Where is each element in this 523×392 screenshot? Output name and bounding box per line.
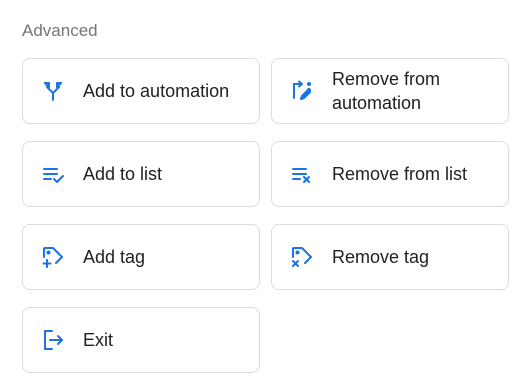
playlist-remove-icon: [290, 162, 314, 186]
section-title: Advanced: [22, 21, 98, 40]
advanced-actions-grid: Add to automation Remove from automation: [22, 58, 509, 373]
remove-tag-button[interactable]: Remove tag: [271, 224, 509, 290]
playlist-add-check-icon: [41, 162, 65, 186]
add-tag-label: Add tag: [83, 247, 146, 267]
add-tag-button[interactable]: Add tag: [22, 224, 260, 290]
tag-remove-icon: [290, 245, 314, 269]
add-to-automation-button[interactable]: Add to automation: [22, 58, 260, 124]
route-edit-icon: [290, 79, 314, 103]
tag-add-icon: [41, 245, 65, 269]
add-to-list-label: Add to list: [83, 164, 163, 184]
exit-button[interactable]: Exit: [22, 307, 260, 373]
remove-from-list-button[interactable]: Remove from list: [271, 141, 509, 207]
remove-from-automation-button[interactable]: Remove from automation: [271, 58, 509, 124]
exit-label: Exit: [83, 330, 114, 350]
remove-from-list-label: Remove from list: [332, 164, 468, 184]
remove-from-automation-label: Remove from automation: [332, 69, 441, 113]
add-to-automation-label: Add to automation: [83, 81, 230, 101]
remove-tag-label: Remove tag: [332, 247, 430, 267]
fork-split-icon: [41, 79, 65, 103]
exit-icon: [41, 328, 65, 352]
add-to-list-button[interactable]: Add to list: [22, 141, 260, 207]
